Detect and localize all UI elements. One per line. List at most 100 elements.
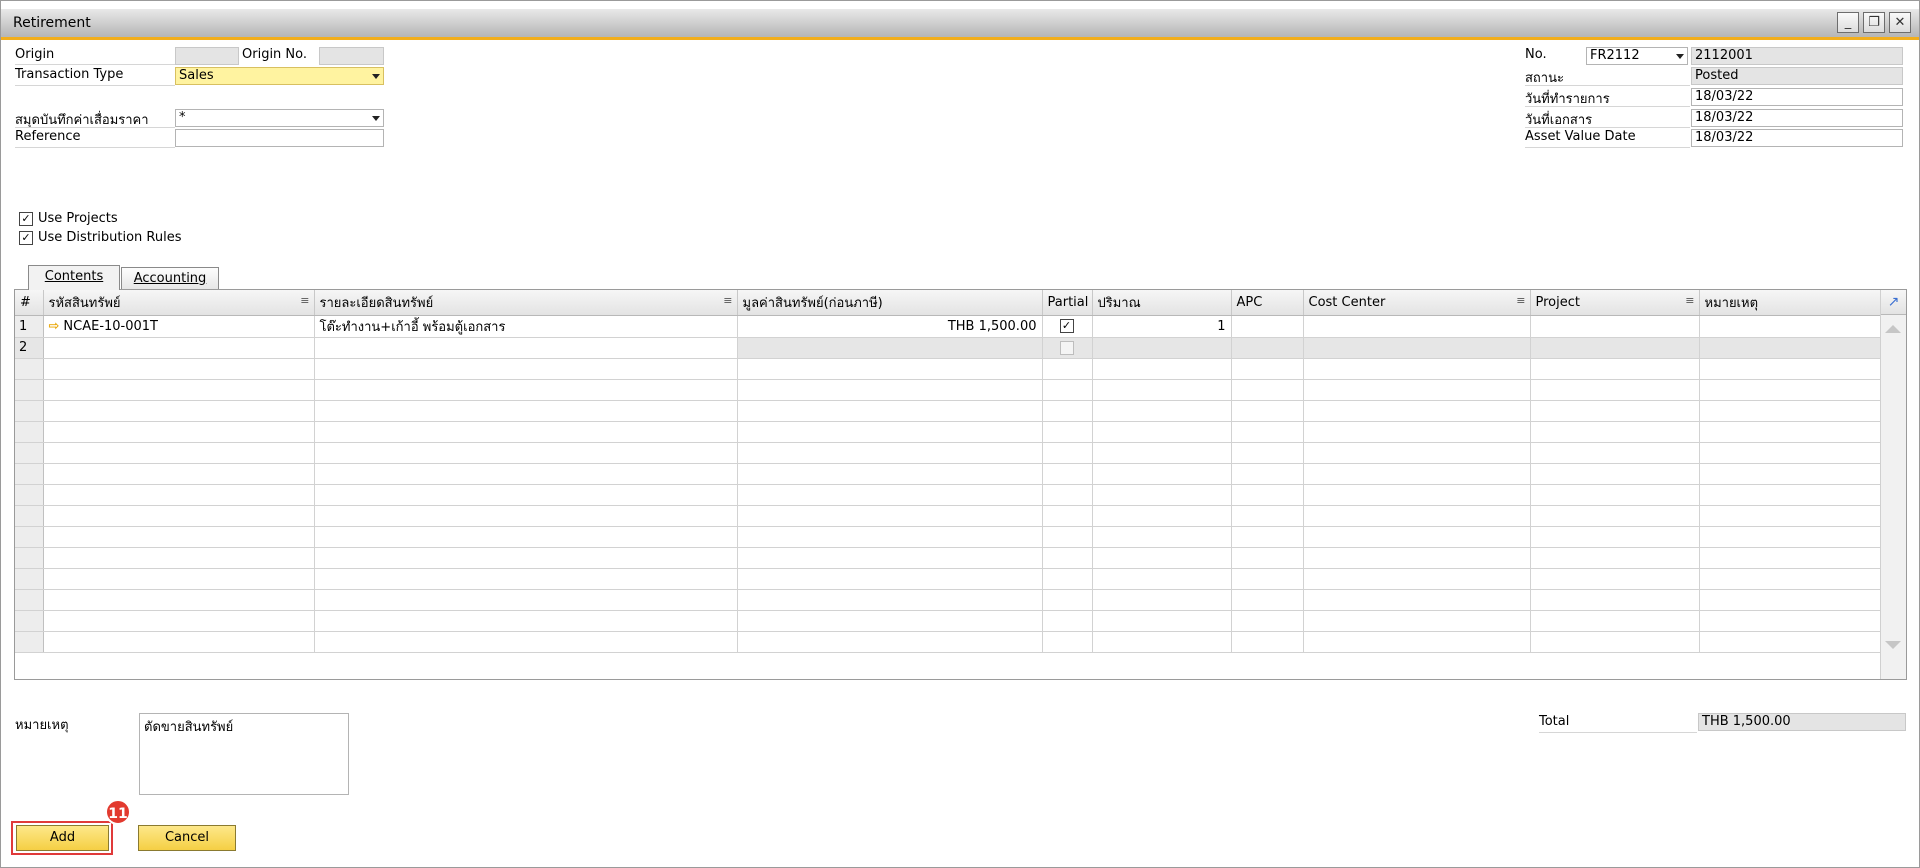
grid-header-row: # รหัสสินทรัพย์ ≡ รายละเอียดสินทรัพย์ ≡ มู… — [15, 290, 1881, 316]
apc-cell[interactable] — [1231, 315, 1304, 338]
depreciation-book-value: * — [179, 110, 186, 125]
project-cell[interactable] — [1530, 337, 1700, 359]
reference-input[interactable] — [175, 129, 384, 147]
cancel-button[interactable]: Cancel — [138, 825, 236, 851]
table-row[interactable] — [15, 526, 1881, 548]
table-row[interactable] — [15, 484, 1881, 506]
table-row[interactable] — [15, 442, 1881, 464]
table-row[interactable] — [15, 631, 1881, 653]
origin-no-field[interactable] — [319, 47, 384, 65]
row-number — [15, 589, 44, 611]
document-date-field[interactable]: 18/03/22 — [1691, 109, 1903, 127]
contents-grid: # รหัสสินทรัพย์ ≡ รายละเอียดสินทรัพย์ ≡ มู… — [14, 289, 1907, 680]
column-menu-icon[interactable]: ≡ — [1516, 294, 1525, 307]
col-header-partial[interactable]: Partial — [1042, 290, 1093, 316]
series-value: FR2112 — [1590, 48, 1640, 63]
use-distribution-rules-checkbox[interactable]: ✓ — [19, 231, 33, 245]
document-number-field[interactable]: 2112001 — [1691, 47, 1903, 65]
col-header-cost-center[interactable]: Cost Center ≡ — [1303, 290, 1531, 316]
window-title: Retirement — [13, 15, 91, 31]
partial-checkbox[interactable]: ✓ — [1059, 318, 1074, 333]
remarks-textarea[interactable]: ตัดขายสินทรัพย์ — [139, 713, 349, 795]
remarks-cell[interactable] — [1699, 315, 1881, 338]
table-row[interactable] — [15, 358, 1881, 380]
table-row[interactable]: 2 — [15, 337, 1881, 359]
depreciation-book-select[interactable]: * — [175, 109, 384, 127]
table-row[interactable] — [15, 421, 1881, 443]
table-row[interactable] — [15, 547, 1881, 569]
col-header-project[interactable]: Project ≡ — [1530, 290, 1700, 316]
link-arrow-icon[interactable]: ⇨ — [49, 319, 60, 334]
apc-cell[interactable] — [1231, 337, 1304, 359]
table-row[interactable] — [15, 589, 1881, 611]
column-menu-icon[interactable]: ≡ — [300, 294, 309, 307]
partial-cell[interactable]: ✓ — [1042, 315, 1093, 338]
transaction-type-select[interactable]: Sales — [175, 67, 384, 85]
row-number — [15, 400, 44, 422]
document-date-underline — [1525, 127, 1690, 128]
row-number — [15, 484, 44, 506]
add-button[interactable]: Add — [16, 825, 109, 851]
table-row[interactable]: 1 ⇨ NCAE-10-001T โต๊ะทำงาน+เก้าอี้ พร้อมต… — [15, 315, 1881, 338]
table-row[interactable] — [15, 568, 1881, 590]
quantity-cell[interactable] — [1092, 337, 1232, 359]
value-cell[interactable] — [737, 337, 1043, 359]
table-row[interactable] — [15, 400, 1881, 422]
series-select[interactable]: FR2112 — [1586, 47, 1688, 65]
depreciation-book-underline — [15, 127, 175, 128]
chevron-down-icon — [372, 116, 380, 121]
asset-value-date-label: Asset Value Date — [1525, 129, 1636, 144]
partial-checkbox[interactable] — [1059, 340, 1074, 355]
close-button[interactable]: ✕ — [1889, 12, 1911, 33]
column-menu-icon[interactable]: ≡ — [1685, 294, 1694, 307]
col-header-asset-code[interactable]: รหัสสินทรัพย์ ≡ — [43, 290, 315, 316]
value-cell[interactable]: THB 1,500.00 — [737, 315, 1043, 338]
posting-date-underline — [1525, 106, 1690, 107]
title-bar: Retirement _ ❐ ✕ — [1, 9, 1919, 40]
description-cell[interactable] — [314, 337, 738, 359]
col-header-remarks[interactable]: หมายเหตุ — [1699, 290, 1881, 316]
retirement-window: Retirement _ ❐ ✕ Origin Origin No. Trans… — [0, 0, 1920, 868]
transaction-type-label: Transaction Type — [15, 67, 124, 82]
chevron-down-icon — [1676, 54, 1684, 59]
use-distribution-rules-label: Use Distribution Rules — [38, 230, 182, 245]
origin-field[interactable] — [175, 47, 239, 65]
description-cell[interactable]: โต๊ะทำงาน+เก้าอี้ พร้อมตู้เอกสาร — [314, 315, 738, 338]
no-label: No. — [1525, 47, 1547, 62]
status-underline — [1525, 85, 1690, 86]
total-underline — [1539, 732, 1697, 733]
scroll-up-icon[interactable] — [1885, 325, 1901, 333]
row-number — [15, 505, 44, 527]
asset-code-cell[interactable]: ⇨ NCAE-10-001T — [43, 315, 315, 338]
minimize-button[interactable]: _ — [1837, 12, 1859, 33]
scroll-down-icon[interactable] — [1885, 641, 1901, 649]
column-menu-icon[interactable]: ≡ — [723, 294, 732, 307]
col-header-description[interactable]: รายละเอียดสินทรัพย์ ≡ — [314, 290, 738, 316]
table-row[interactable] — [15, 379, 1881, 401]
col-header-number: # — [15, 290, 44, 316]
posting-date-field[interactable]: 18/03/22 — [1691, 88, 1903, 106]
col-header-value[interactable]: มูลค่าสินทรัพย์(ก่อนภาษี) — [737, 290, 1043, 316]
remarks-cell[interactable] — [1699, 337, 1881, 359]
asset-value-date-field[interactable]: 18/03/22 — [1691, 129, 1903, 147]
use-projects-label: Use Projects — [38, 211, 118, 226]
cost-center-cell[interactable] — [1303, 315, 1531, 338]
row-number: 1 — [15, 315, 44, 338]
col-header-apc[interactable]: APC — [1231, 290, 1304, 316]
table-row[interactable] — [15, 463, 1881, 485]
restore-button[interactable]: ❐ — [1863, 12, 1885, 33]
table-row[interactable] — [15, 610, 1881, 632]
use-projects-checkbox[interactable]: ✓ — [19, 212, 33, 226]
partial-cell[interactable] — [1042, 337, 1093, 359]
col-header-quantity[interactable]: ปริมาณ — [1092, 290, 1232, 316]
grid-scrollbar[interactable]: ↗ — [1880, 290, 1906, 679]
cost-center-cell[interactable] — [1303, 337, 1531, 359]
tab-contents[interactable]: Contents — [28, 265, 120, 290]
asset-code-cell[interactable] — [43, 337, 315, 359]
expand-grid-icon[interactable]: ↗ — [1881, 290, 1906, 315]
tab-accounting[interactable]: Accounting — [121, 267, 219, 291]
table-row[interactable] — [15, 505, 1881, 527]
project-cell[interactable] — [1530, 315, 1700, 338]
quantity-cell[interactable]: 1 — [1092, 315, 1232, 338]
row-number — [15, 526, 44, 548]
